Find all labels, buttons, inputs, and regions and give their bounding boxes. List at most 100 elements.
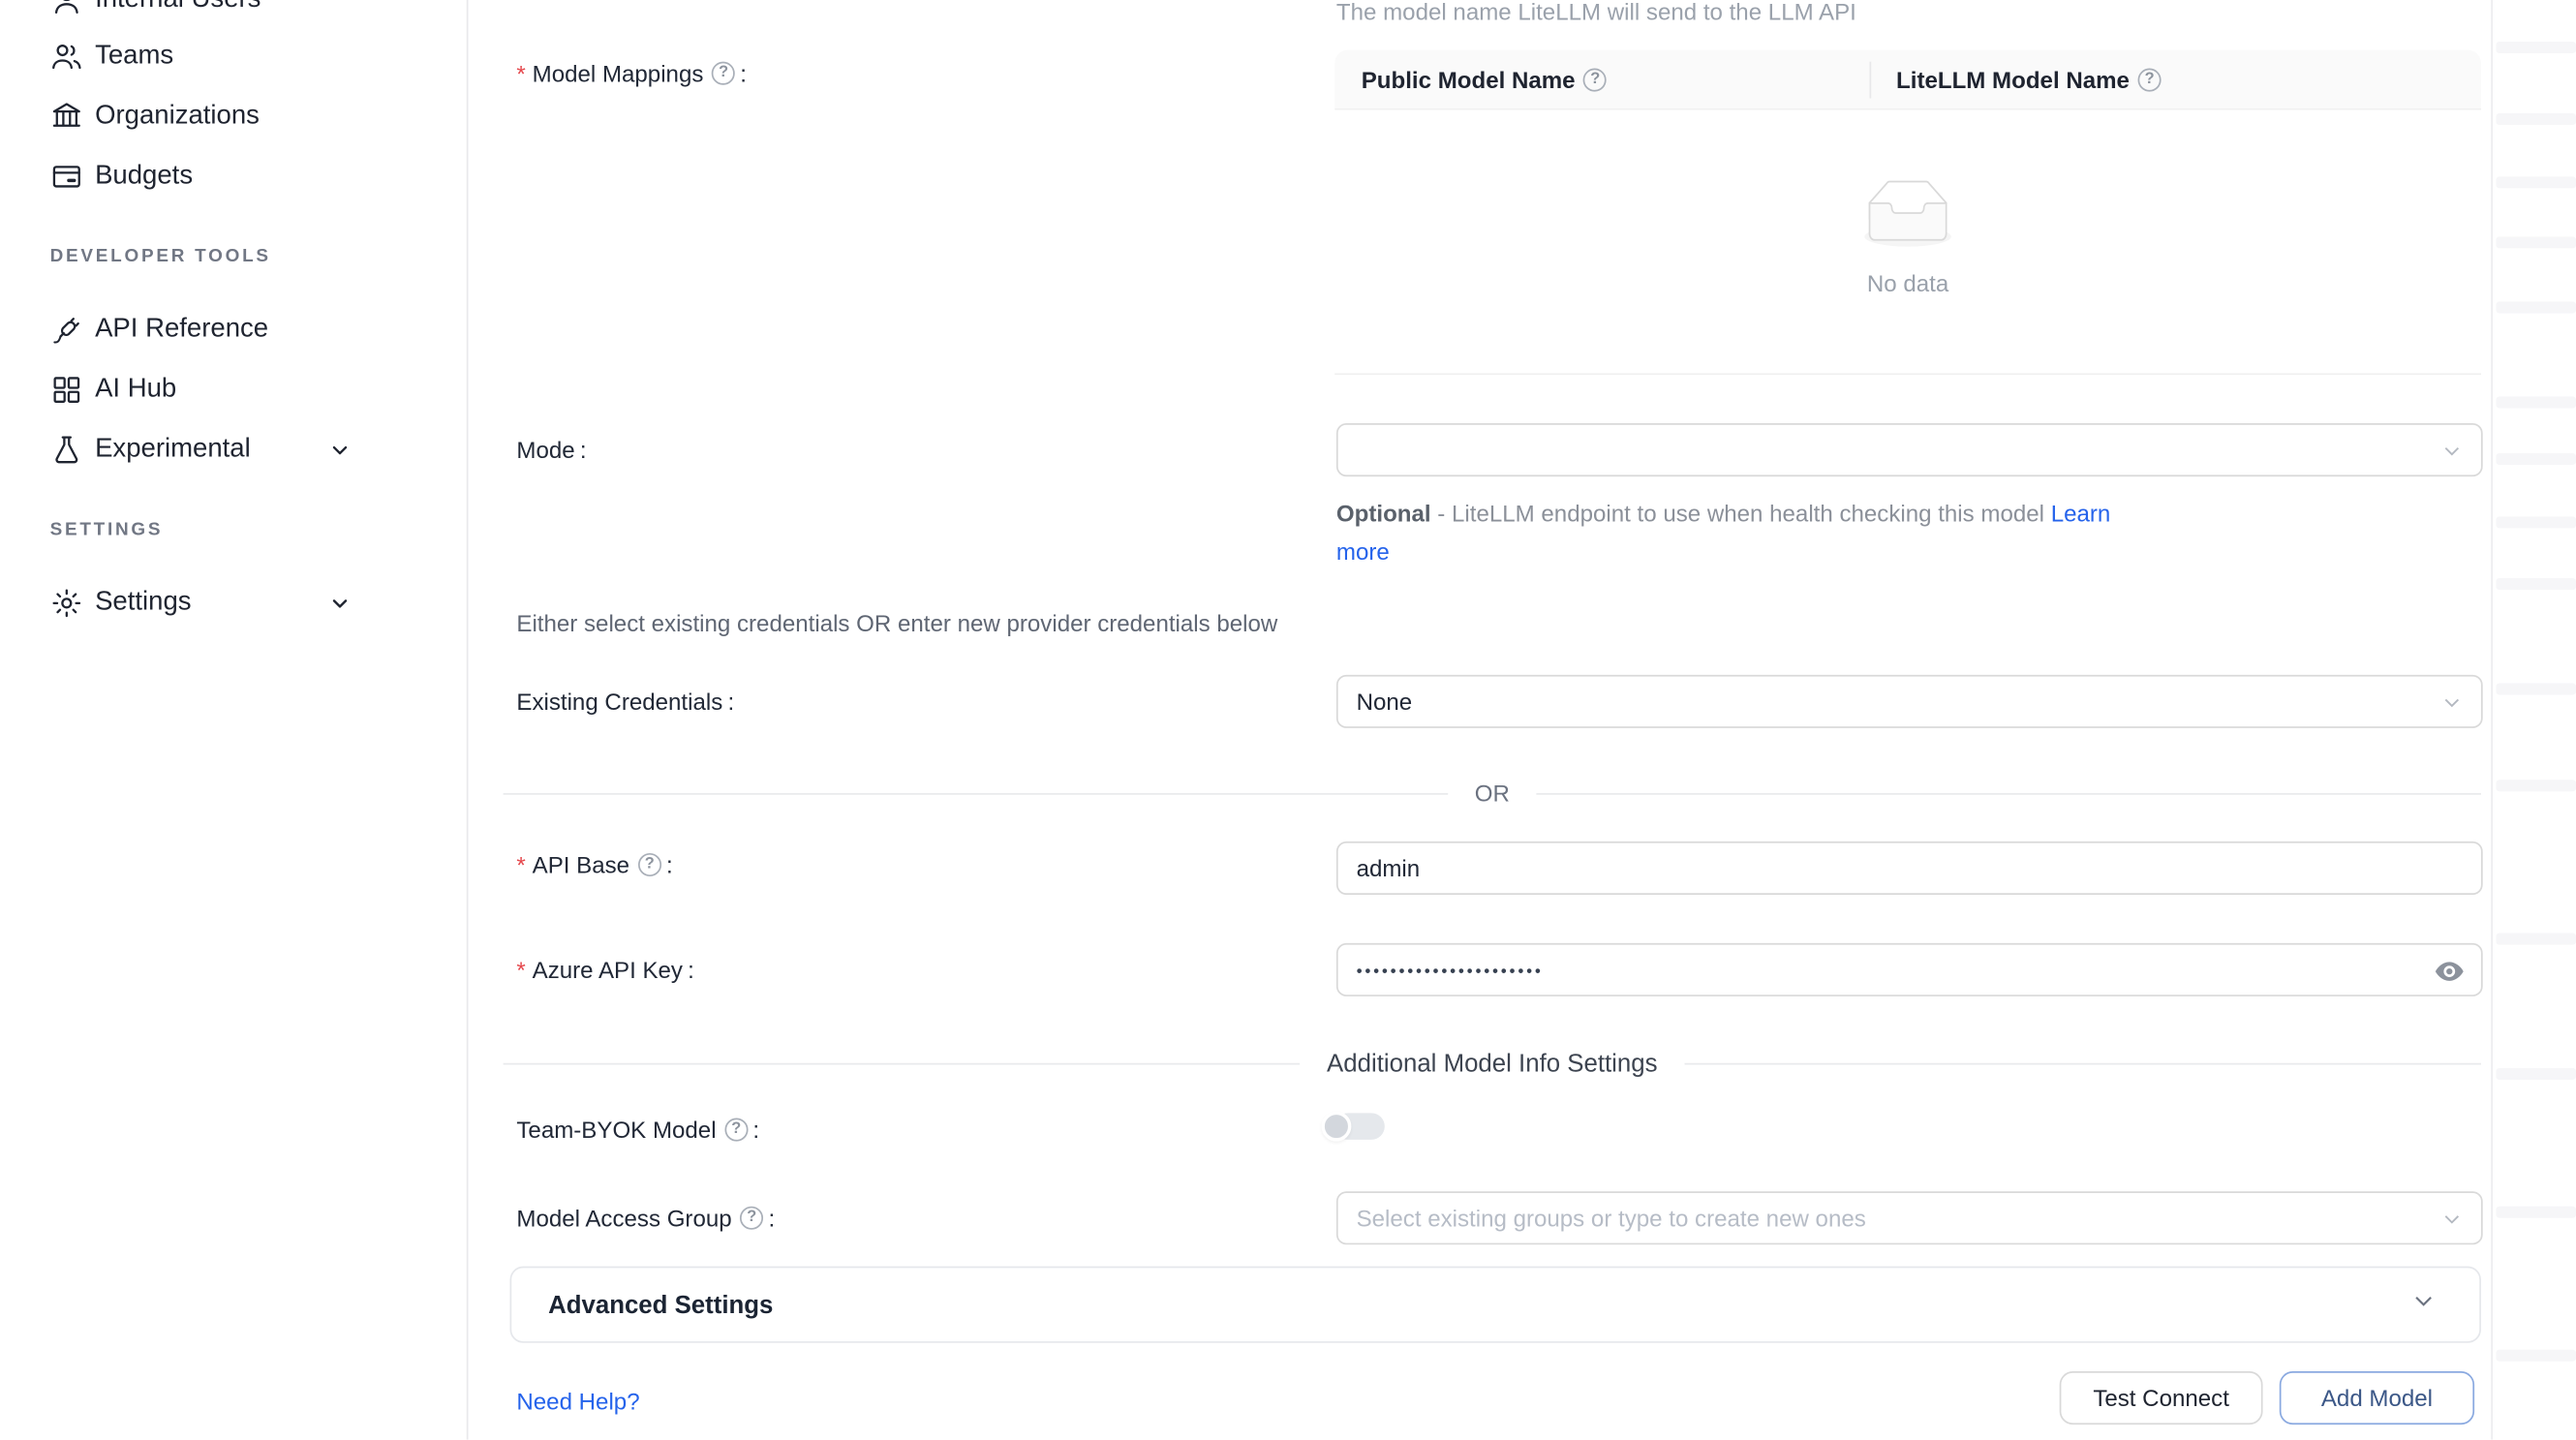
background-ghost-row bbox=[2496, 301, 2576, 313]
background-ghost-row bbox=[2496, 397, 2576, 409]
credentials-note: Either select existing credentials OR en… bbox=[516, 610, 1277, 637]
or-divider: OR bbox=[504, 780, 2481, 807]
table-header-row: Public Model Name ? LiteLLM Model Name ? bbox=[1334, 50, 2481, 110]
background-ghost-row bbox=[2496, 236, 2576, 248]
question-circle-icon[interactable]: ? bbox=[638, 853, 661, 876]
sidebar-item-label: Settings bbox=[95, 588, 191, 618]
bank-icon bbox=[50, 100, 83, 133]
flask-icon bbox=[50, 433, 83, 466]
sidebar-item-label: API Reference bbox=[95, 315, 268, 345]
question-circle-icon[interactable]: ? bbox=[724, 1118, 748, 1142]
background-ghost-row bbox=[2496, 1068, 2576, 1080]
model-name-help-text: The model name LiteLLM will send to the … bbox=[1336, 0, 1856, 25]
background-ghost-row bbox=[2496, 176, 2576, 188]
model-access-group-select[interactable]: Select existing groups or type to create… bbox=[1336, 1191, 2483, 1244]
question-circle-icon[interactable]: ? bbox=[740, 1207, 763, 1230]
learn-more-link[interactable]: Learn bbox=[2051, 500, 2111, 527]
sidebar-item-label: Budgets bbox=[95, 162, 193, 192]
azure-api-key-input[interactable]: •••••••••••••••••••••• bbox=[1336, 943, 2483, 996]
need-help-link[interactable]: Need Help? bbox=[516, 1388, 639, 1415]
sidebar-item-settings[interactable]: Settings bbox=[0, 580, 468, 627]
question-circle-icon[interactable]: ? bbox=[2138, 68, 2162, 91]
chevron-down-icon bbox=[2441, 440, 2463, 461]
model-mappings-table: Public Model Name ? LiteLLM Model Name ? bbox=[1334, 50, 2481, 376]
sidebar-item-experimental[interactable]: Experimental bbox=[0, 426, 468, 473]
learn-more-link[interactable]: more bbox=[1336, 538, 1390, 566]
question-circle-icon[interactable]: ? bbox=[712, 62, 735, 85]
model-access-group-label: Model Access Group ? : bbox=[516, 1205, 775, 1232]
api-base-value: admin bbox=[1357, 855, 1421, 882]
background-ghost-row bbox=[2496, 453, 2576, 465]
chevron-down-icon bbox=[2441, 691, 2463, 713]
background-ghost-row bbox=[2496, 1350, 2576, 1362]
model-mappings-label: * Model Mappings ? : bbox=[516, 60, 747, 87]
add-model-form: The model name LiteLLM will send to the … bbox=[468, 0, 2576, 1440]
grid-icon bbox=[50, 373, 83, 406]
sidebar-item-budgets[interactable]: Budgets bbox=[0, 153, 468, 199]
empty-state-text: No data bbox=[1334, 270, 2481, 297]
existing-credentials-select[interactable]: None bbox=[1336, 675, 2483, 728]
required-marker: * bbox=[516, 60, 525, 87]
masked-password-value: •••••••••••••••••••••• bbox=[1357, 963, 1544, 981]
team-icon bbox=[50, 40, 83, 73]
sidebar-item-label: Organizations bbox=[95, 102, 260, 132]
background-ghost-row bbox=[2496, 683, 2576, 694]
required-marker: * bbox=[516, 957, 525, 984]
column-header-public-model-name: Public Model Name ? bbox=[1334, 50, 1869, 108]
background-ghost-row bbox=[2496, 42, 2576, 53]
credit-card-icon bbox=[50, 160, 83, 193]
sidebar-item-label: Experimental bbox=[95, 435, 251, 465]
sidebar-item-label: Teams bbox=[95, 42, 173, 72]
background-ghost-row bbox=[2496, 113, 2576, 125]
or-divider-text: OR bbox=[1475, 780, 1510, 807]
sidebar-section-developer-tools: DEVELOPER TOOLS bbox=[50, 247, 271, 267]
sidebar-item-teams[interactable]: Teams bbox=[0, 33, 468, 79]
team-byok-toggle[interactable] bbox=[1321, 1112, 1388, 1142]
background-ghost-row bbox=[2496, 516, 2576, 528]
background-ghost-row bbox=[2496, 780, 2576, 791]
advanced-settings-panel[interactable]: Advanced Settings bbox=[510, 1267, 2481, 1343]
toggle-knob bbox=[1321, 1112, 1351, 1142]
sidebar-item-internal-users[interactable]: Internal Users bbox=[0, 0, 468, 23]
sidebar-item-organizations[interactable]: Organizations bbox=[0, 93, 468, 139]
mode-select[interactable] bbox=[1336, 423, 2483, 476]
sidebar-item-label: AI Hub bbox=[95, 375, 176, 405]
background-page-edge bbox=[2491, 0, 2493, 1440]
eye-icon[interactable] bbox=[2433, 955, 2466, 988]
background-ghost-row bbox=[2496, 578, 2576, 590]
azure-api-key-label: * Azure API Key : bbox=[516, 957, 693, 984]
team-byok-label: Team-BYOK Model ? : bbox=[516, 1117, 759, 1144]
advanced-settings-title: Advanced Settings bbox=[548, 1291, 2411, 1319]
user-icon bbox=[50, 0, 83, 16]
add-model-page: Internal Users Teams Organizations Budge… bbox=[0, 0, 2576, 1440]
api-base-label: * API Base ? : bbox=[516, 851, 672, 878]
empty-inbox-icon bbox=[1855, 180, 1961, 249]
mode-help-text: Optional - LiteLLM endpoint to use when … bbox=[1336, 495, 2110, 571]
question-circle-icon[interactable]: ? bbox=[1583, 68, 1607, 91]
background-ghost-row bbox=[2496, 934, 2576, 945]
sidebar: Internal Users Teams Organizations Budge… bbox=[0, 0, 468, 1440]
sidebar-item-label: Internal Users bbox=[95, 0, 261, 15]
existing-credentials-value: None bbox=[1357, 689, 1413, 716]
plug-icon bbox=[50, 313, 83, 346]
sidebar-item-ai-hub[interactable]: AI Hub bbox=[0, 367, 468, 414]
sidebar-item-api-reference[interactable]: API Reference bbox=[0, 307, 468, 353]
additional-settings-divider: Additional Model Info Settings bbox=[504, 1050, 2481, 1078]
chevron-down-icon bbox=[2411, 1288, 2437, 1321]
sidebar-section-settings: SETTINGS bbox=[50, 520, 164, 540]
column-header-litellm-model-name: LiteLLM Model Name ? bbox=[1870, 50, 2481, 108]
model-access-group-placeholder: Select existing groups or type to create… bbox=[1357, 1205, 1866, 1232]
additional-settings-divider-text: Additional Model Info Settings bbox=[1327, 1050, 1657, 1078]
required-marker: * bbox=[516, 851, 525, 878]
gear-icon bbox=[50, 587, 83, 620]
table-empty-body: No data bbox=[1334, 110, 2481, 376]
background-ghost-row bbox=[2496, 1207, 2576, 1218]
chevron-down-icon bbox=[328, 592, 352, 615]
add-model-button[interactable]: Add Model bbox=[2280, 1371, 2474, 1425]
chevron-down-icon bbox=[2441, 1208, 2463, 1229]
chevron-down-icon bbox=[328, 439, 352, 462]
existing-credentials-label: Existing Credentials: bbox=[516, 689, 734, 716]
test-connect-button[interactable]: Test Connect bbox=[2060, 1371, 2263, 1425]
mode-label: Mode: bbox=[516, 437, 586, 464]
api-base-input[interactable]: admin bbox=[1336, 842, 2483, 895]
